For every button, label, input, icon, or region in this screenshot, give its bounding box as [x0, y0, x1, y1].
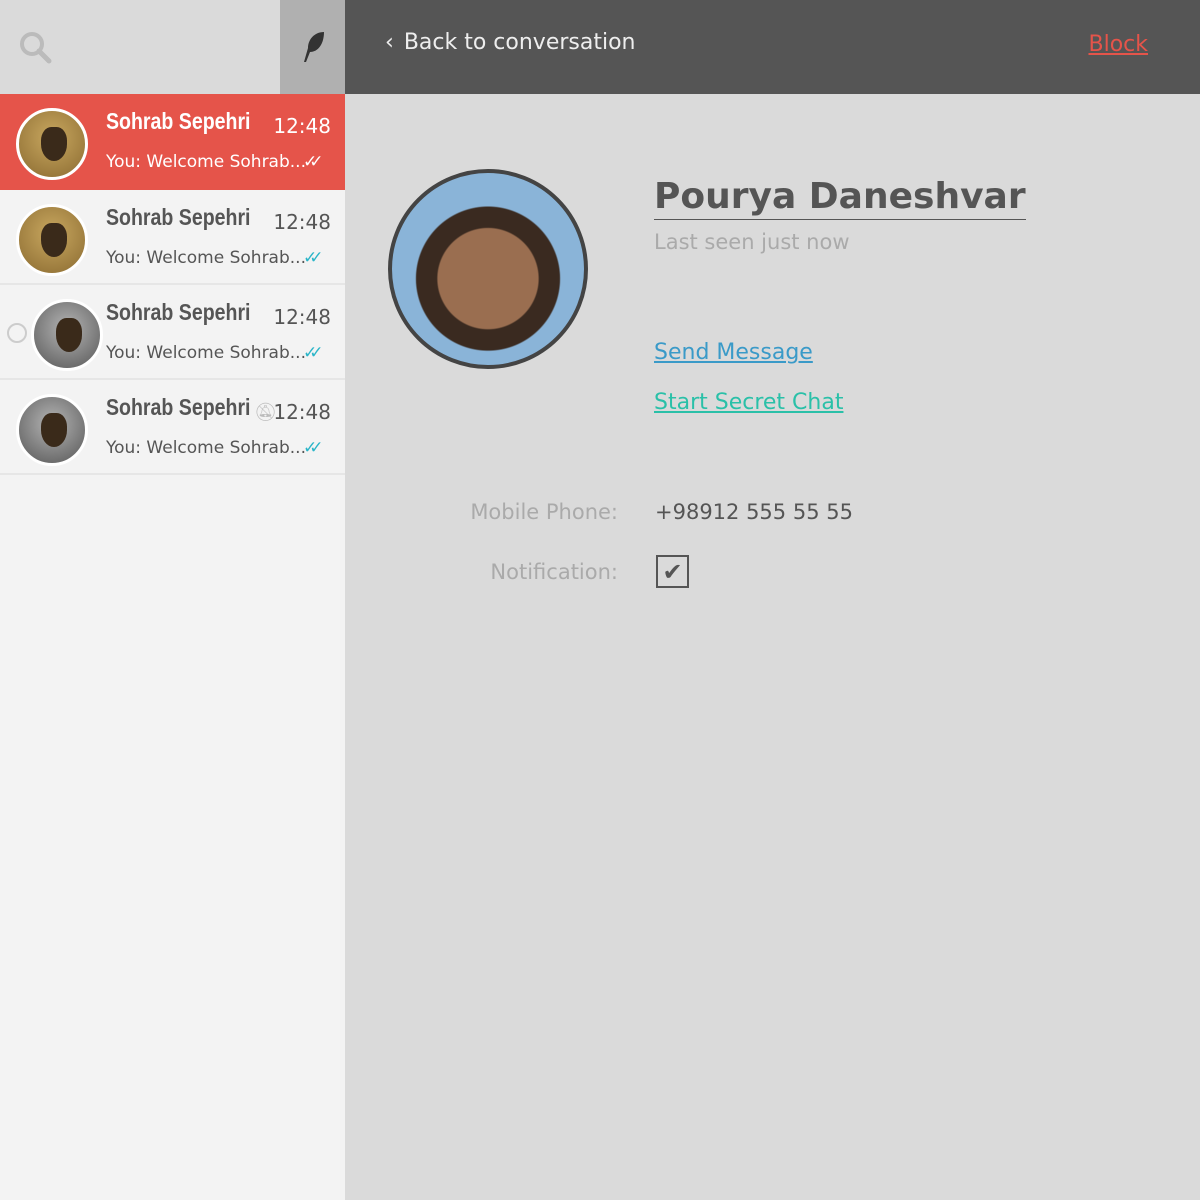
chat-time: 12:48 [273, 305, 331, 329]
profile-name: Pourya Daneshvar [654, 176, 1026, 220]
header: ‹ Back to conversation Block [345, 0, 1200, 94]
search-icon[interactable] [18, 30, 54, 66]
chat-time: 12:48 [273, 114, 331, 138]
double-check-icon: ✓✓ [303, 248, 324, 268]
chat-preview: You: Welcome Sohrab... [106, 248, 306, 268]
chat-name: Sohrab Sepehri [106, 299, 251, 325]
double-check-icon: ✓✓ [303, 343, 324, 363]
secret-chat-link[interactable]: Start Secret Chat [654, 390, 843, 415]
chat-item[interactable]: Sohrab Sepehri 12:48 You: Welcome Sohrab..… [0, 285, 345, 380]
chat-item[interactable]: Sohrab Sepehri 🔕︎ 12:48 You: Welcome Sohrab… [0, 380, 345, 475]
avatar [16, 108, 88, 180]
phone-value: +98912 555 55 55 [655, 500, 853, 524]
send-message-link[interactable]: Send Message [654, 340, 813, 365]
check-icon: ✔ [662, 558, 683, 586]
phone-label: Mobile Phone: [470, 500, 618, 524]
notification-checkbox[interactable]: ✔ [656, 555, 689, 588]
sidebar: Sohrab Sepehri 12:48 You: Welcome Sohrab..… [0, 0, 345, 1200]
compose-button[interactable] [280, 0, 345, 94]
back-label: Back to conversation [403, 30, 636, 55]
feather-icon [303, 32, 324, 62]
notification-label: Notification: [490, 560, 618, 584]
chat-time: 12:48 [273, 400, 331, 424]
chat-time: 12:48 [273, 210, 331, 234]
chat-item[interactable]: Sohrab Sepehri 12:48 You: Welcome Sohrab..… [0, 94, 345, 190]
chat-name: Sohrab Sepehri [106, 204, 251, 230]
chat-item[interactable]: Sohrab Sepehri 12:48 You: Welcome Sohrab..… [0, 190, 345, 285]
double-check-icon: ✓✓ [303, 152, 324, 172]
chat-preview: You: Welcome Sohrab... [106, 343, 306, 363]
back-button[interactable]: ‹ Back to conversation [385, 30, 635, 55]
select-radio[interactable] [7, 323, 27, 343]
avatar [16, 394, 88, 466]
block-link[interactable]: Block [1088, 32, 1148, 57]
search-bar [0, 0, 345, 94]
chevron-left-icon: ‹ [385, 30, 394, 55]
avatar [31, 299, 103, 371]
chat-preview: You: Welcome Sohrab... [106, 438, 306, 458]
chat-name: Sohrab Sepehri [106, 394, 251, 420]
double-check-icon: ✓✓ [303, 438, 324, 458]
profile-photo [388, 169, 588, 369]
last-seen: Last seen just now [654, 230, 850, 254]
avatar [16, 204, 88, 276]
chat-preview: You: Welcome Sohrab... [106, 152, 306, 172]
chat-name: Sohrab Sepehri [106, 108, 251, 134]
